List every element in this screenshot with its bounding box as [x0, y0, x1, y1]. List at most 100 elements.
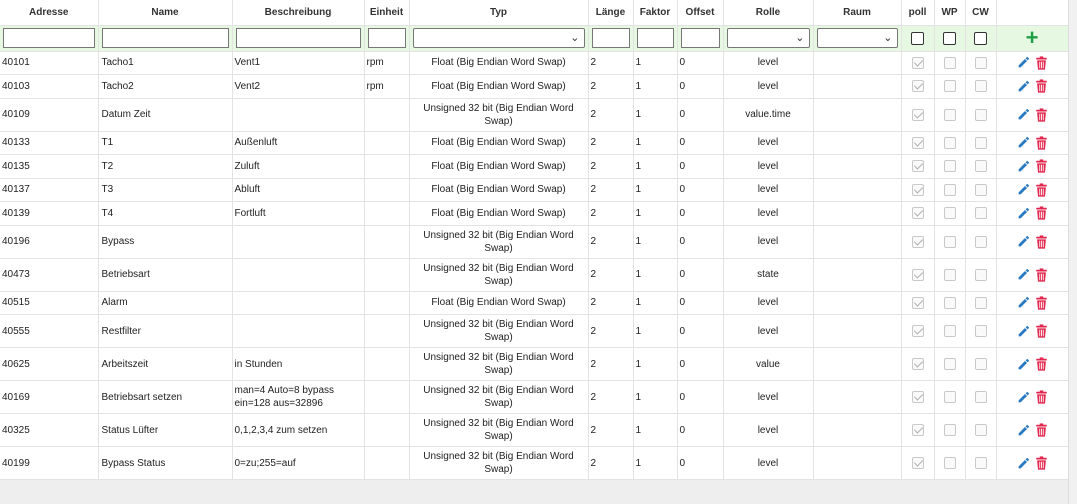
cell-beschreibung[interactable]	[232, 258, 365, 292]
cell-adresse[interactable]: 40135	[0, 154, 99, 179]
cell-beschreibung[interactable]: Außenluft	[232, 131, 365, 155]
table-row[interactable]: 40101 Tacho1 Vent1 rpm Float (Big Endian Wor…	[0, 51, 1069, 75]
cell-adresse[interactable]: 40196	[0, 225, 99, 259]
cell-raum[interactable]	[813, 98, 902, 132]
pencil-icon[interactable]	[1017, 207, 1030, 219]
cell-rolle[interactable]: level	[723, 413, 814, 447]
pencil-icon[interactable]	[1017, 457, 1030, 469]
cell-offset[interactable]: 0	[677, 74, 724, 99]
cell-typ[interactable]: Unsigned 32 bit (Big Endian Word Swap)	[409, 98, 589, 132]
table-row[interactable]: 40196 Bypass Unsigned 32 bit (Big Endian W…	[0, 225, 1069, 259]
col-header-name[interactable]: Name	[98, 0, 233, 26]
cell-adresse[interactable]: 40199	[0, 446, 99, 480]
cell-beschreibung[interactable]: Vent1	[232, 51, 365, 75]
cell-beschreibung[interactable]: Abluft	[232, 178, 365, 202]
trash-icon[interactable]	[1035, 79, 1048, 93]
cell-offset[interactable]: 0	[677, 98, 724, 132]
table-row[interactable]: 40103 Tacho2 Vent2 rpm Float (Big Endian Wor…	[0, 74, 1069, 99]
cell-faktor[interactable]: 1	[633, 225, 678, 259]
cell-name[interactable]: Betriebsart	[98, 258, 233, 292]
cell-beschreibung[interactable]	[232, 314, 365, 348]
cell-offset[interactable]: 0	[677, 178, 724, 202]
cell-raum[interactable]	[813, 258, 902, 292]
cell-rolle[interactable]: level	[723, 154, 814, 179]
filter-poll-checkbox[interactable]	[911, 31, 924, 45]
cell-laenge[interactable]: 2	[588, 380, 634, 414]
cell-laenge[interactable]: 2	[588, 74, 634, 99]
cell-laenge[interactable]: 2	[588, 413, 634, 447]
cell-einheit[interactable]	[364, 201, 410, 226]
pencil-icon[interactable]	[1017, 137, 1030, 148]
cell-rolle[interactable]: level	[723, 74, 814, 99]
pencil-icon[interactable]	[1017, 297, 1030, 308]
cell-laenge[interactable]: 2	[588, 446, 634, 480]
cell-adresse[interactable]: 40103	[0, 74, 99, 99]
table-row[interactable]: 40109 Datum Zeit Unsigned 32 bit (Big Endi…	[0, 98, 1069, 132]
cell-adresse[interactable]: 40325	[0, 413, 99, 447]
cell-beschreibung[interactable]: 0=zu;255=auf	[232, 446, 365, 480]
filter-offset-input[interactable]	[680, 28, 720, 48]
trash-icon[interactable]	[1035, 159, 1048, 173]
cell-einheit[interactable]	[364, 413, 410, 447]
col-header-faktor[interactable]: Faktor	[633, 0, 678, 26]
cell-offset[interactable]: 0	[677, 258, 724, 292]
cell-name[interactable]: Bypass	[98, 225, 233, 259]
filter-typ-select[interactable]: ⌄	[412, 28, 585, 48]
cell-offset[interactable]: 0	[677, 413, 724, 447]
pencil-icon[interactable]	[1017, 268, 1030, 280]
table-row[interactable]: 40135 T2 Zuluft Float (Big Endian Word Swap…	[0, 154, 1069, 179]
trash-icon[interactable]	[1035, 183, 1048, 197]
cell-typ[interactable]: Unsigned 32 bit (Big Endian Word Swap)	[409, 225, 589, 259]
cell-laenge[interactable]: 2	[588, 258, 634, 292]
table-row[interactable]: 40199 Bypass Status 0=zu;255=auf Unsigned 3…	[0, 446, 1069, 480]
cell-offset[interactable]: 0	[677, 291, 724, 315]
cell-typ[interactable]: Unsigned 32 bit (Big Endian Word Swap)	[409, 446, 589, 480]
cell-laenge[interactable]: 2	[588, 131, 634, 155]
cell-laenge[interactable]: 2	[588, 154, 634, 179]
cell-rolle[interactable]: value	[723, 347, 814, 381]
col-header-raum[interactable]: Raum	[813, 0, 902, 26]
cell-beschreibung[interactable]: Vent2	[232, 74, 365, 99]
cell-faktor[interactable]: 1	[633, 51, 678, 75]
cell-raum[interactable]	[813, 380, 902, 414]
cell-laenge[interactable]: 2	[588, 178, 634, 202]
cell-einheit[interactable]	[364, 291, 410, 315]
cell-rolle[interactable]: state	[723, 258, 814, 292]
cell-rolle[interactable]: value.time	[723, 98, 814, 132]
filter-einheit-input[interactable]	[367, 28, 406, 48]
cell-faktor[interactable]: 1	[633, 446, 678, 480]
cell-einheit[interactable]	[364, 347, 410, 381]
cell-adresse[interactable]: 40139	[0, 201, 99, 226]
cell-adresse[interactable]: 40169	[0, 380, 99, 414]
cell-einheit[interactable]	[364, 314, 410, 348]
cell-offset[interactable]: 0	[677, 131, 724, 155]
cell-typ[interactable]: Float (Big Endian Word Swap)	[409, 74, 589, 99]
cell-typ[interactable]: Float (Big Endian Word Swap)	[409, 178, 589, 202]
trash-icon[interactable]	[1035, 267, 1048, 282]
cell-adresse[interactable]: 40101	[0, 51, 99, 75]
table-row[interactable]: 40555 Restfilter Unsigned 32 bit (Big Endi…	[0, 314, 1069, 348]
cell-offset[interactable]: 0	[677, 446, 724, 480]
cell-beschreibung[interactable]	[232, 225, 365, 259]
cell-adresse[interactable]: 40137	[0, 178, 99, 202]
cell-einheit[interactable]	[364, 225, 410, 259]
cell-einheit[interactable]	[364, 98, 410, 132]
cell-raum[interactable]	[813, 291, 902, 315]
cell-raum[interactable]	[813, 225, 902, 259]
cell-einheit[interactable]	[364, 178, 410, 202]
cell-adresse[interactable]: 40133	[0, 131, 99, 155]
cell-einheit[interactable]: rpm	[364, 51, 410, 75]
filter-faktor-input[interactable]	[636, 28, 674, 48]
cell-rolle[interactable]: level	[723, 446, 814, 480]
filter-wp-checkbox[interactable]	[943, 31, 956, 45]
cell-adresse[interactable]: 40625	[0, 347, 99, 381]
trash-icon[interactable]	[1035, 423, 1048, 437]
trash-icon[interactable]	[1035, 107, 1048, 122]
pencil-icon[interactable]	[1017, 108, 1030, 120]
cell-typ[interactable]: Float (Big Endian Word Swap)	[409, 51, 589, 75]
filter-name-input[interactable]	[101, 28, 229, 48]
filter-cw-checkbox[interactable]	[974, 31, 987, 45]
cell-faktor[interactable]: 1	[633, 258, 678, 292]
table-row[interactable]: 40133 T1 Außenluft Float (Big Endian Word S…	[0, 131, 1069, 155]
cell-name[interactable]: Arbeitszeit	[98, 347, 233, 381]
